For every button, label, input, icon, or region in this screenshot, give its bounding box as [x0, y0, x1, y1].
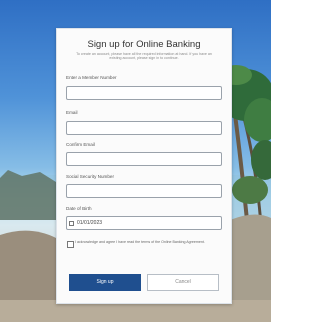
- member-number-input[interactable]: [66, 86, 222, 100]
- ssn-input[interactable]: [66, 184, 222, 198]
- email-label: Email: [66, 110, 78, 115]
- cancel-button[interactable]: Cancel: [147, 274, 219, 291]
- email-input[interactable]: [66, 121, 222, 135]
- terms-text: I acknowledge and agree I have read the …: [75, 240, 205, 244]
- member-number-label: Enter a Member Number: [66, 75, 117, 80]
- confirm-email-label: Confirm Email: [66, 142, 95, 147]
- dob-label: Date of Birth: [66, 206, 92, 211]
- ssn-label: Social Security Number: [66, 174, 114, 179]
- calendar-icon[interactable]: [69, 220, 74, 226]
- confirm-email-input[interactable]: [66, 152, 222, 166]
- signup-button[interactable]: Sign up: [69, 274, 141, 291]
- terms-checkbox[interactable]: [67, 241, 74, 248]
- page-title: Sign up for Online Banking: [87, 39, 201, 50]
- dob-input[interactable]: 01/01/2023: [66, 216, 222, 230]
- dob-value: 01/01/2023: [77, 220, 103, 226]
- form-subtitle: To create an account, please have all th…: [76, 52, 212, 61]
- signup-card: Sign up for Online Banking To create an …: [56, 28, 232, 304]
